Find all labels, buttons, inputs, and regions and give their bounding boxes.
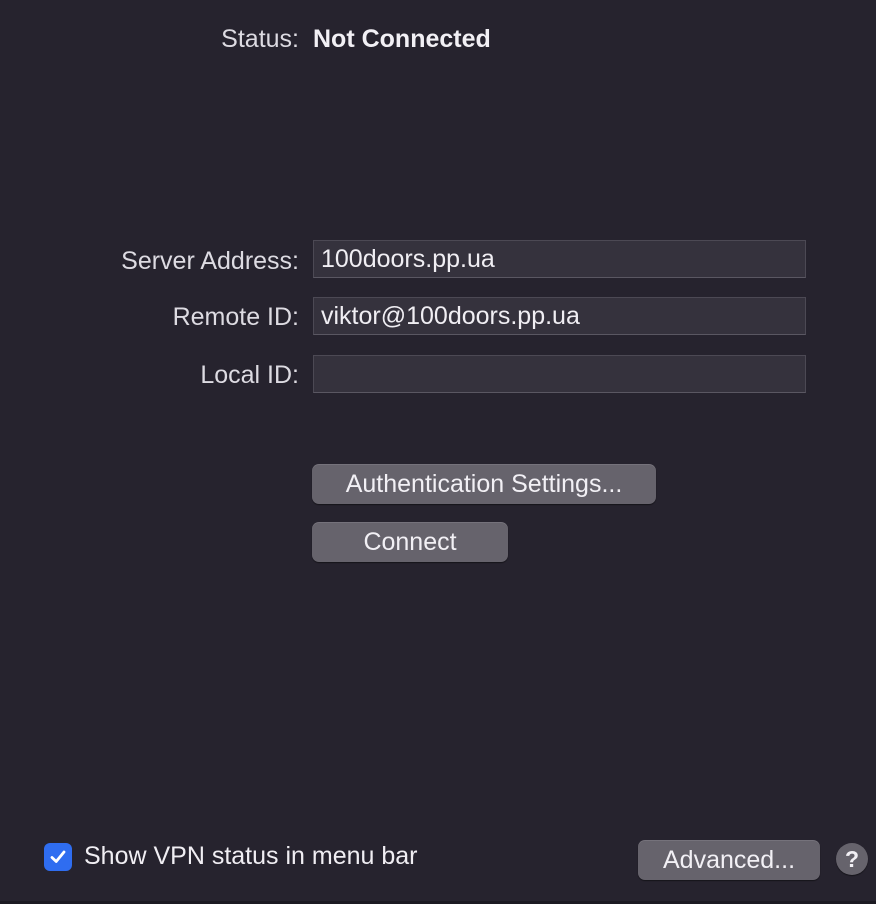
show-vpn-status-checkbox[interactable] [44, 843, 72, 871]
local-id-label: Local ID: [200, 361, 299, 389]
show-vpn-status-label[interactable]: Show VPN status in menu bar [84, 842, 418, 871]
advanced-button[interactable]: Advanced... [638, 840, 820, 880]
help-button[interactable]: ? [836, 843, 868, 875]
authentication-settings-button[interactable]: Authentication Settings... [312, 464, 656, 504]
server-address-field[interactable]: 100doors.pp.ua [313, 240, 806, 278]
status-value: Not Connected [313, 25, 491, 53]
connect-button[interactable]: Connect [312, 522, 508, 562]
remote-id-label: Remote ID: [172, 303, 299, 331]
remote-id-field[interactable]: viktor@100doors.pp.ua [313, 297, 806, 335]
status-label: Status: [221, 25, 299, 53]
local-id-field[interactable] [313, 355, 806, 393]
checkmark-icon [50, 850, 66, 863]
question-mark-icon: ? [844, 846, 860, 872]
server-address-label: Server Address: [121, 247, 299, 275]
